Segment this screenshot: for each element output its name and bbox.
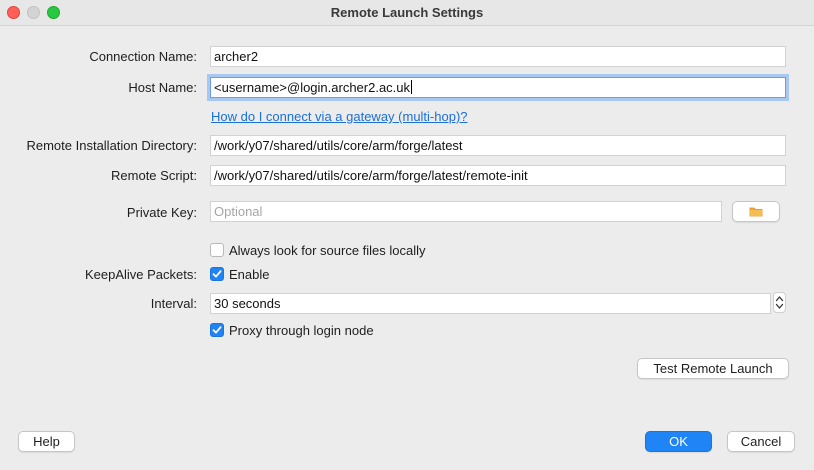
install-dir-value: /work/y07/shared/utils/core/arm/forge/la… [214, 138, 463, 153]
host-name-field[interactable]: <username>@login.archer2.ac.uk [210, 77, 786, 98]
ok-button[interactable]: OK [645, 431, 712, 452]
always-local-checkbox[interactable] [210, 243, 224, 257]
proxy-label: Proxy through login node [229, 323, 374, 338]
host-name-label: Host Name: [128, 80, 197, 95]
window-title: Remote Launch Settings [330, 5, 484, 20]
interval-value: 30 seconds [214, 296, 281, 311]
host-name-value: <username>@login.archer2.ac.uk [214, 80, 411, 95]
browse-private-key-button[interactable] [732, 201, 780, 222]
test-remote-launch-button[interactable]: Test Remote Launch [637, 358, 789, 379]
keepalive-enable-checkbox[interactable] [210, 267, 224, 281]
gateway-help-link[interactable]: How do I connect via a gateway (multi-ho… [211, 109, 468, 124]
connection-name-value: archer2 [214, 49, 259, 64]
checkmark-icon [212, 326, 222, 334]
help-button[interactable]: Help [18, 431, 75, 452]
install-dir-label: Remote Installation Directory: [26, 138, 197, 153]
remote-script-label: Remote Script: [111, 168, 197, 183]
private-key-field[interactable]: Optional [210, 201, 722, 222]
cancel-button[interactable]: Cancel [727, 431, 795, 452]
title-bar: Remote Launch Settings [0, 0, 814, 26]
private-key-label: Private Key: [126, 205, 197, 220]
proxy-checkbox[interactable] [210, 323, 224, 337]
connection-name-field[interactable]: archer2 [210, 46, 786, 67]
keepalive-enable-label: Enable [229, 267, 270, 282]
checkmark-icon [212, 270, 222, 278]
private-key-placeholder: Optional [214, 204, 263, 219]
remote-script-value: /work/y07/shared/utils/core/arm/forge/la… [214, 168, 528, 183]
stepper-arrows-icon [775, 296, 784, 309]
connection-name-label: Connection Name: [89, 49, 197, 64]
remote-script-field[interactable]: /work/y07/shared/utils/core/arm/forge/la… [210, 165, 786, 186]
text-caret [411, 80, 413, 94]
folder-icon [749, 207, 763, 217]
always-local-label: Always look for source files locally [229, 243, 426, 258]
install-dir-field[interactable]: /work/y07/shared/utils/core/arm/forge/la… [210, 135, 786, 156]
interval-label: Interval: [150, 296, 197, 311]
interval-field[interactable]: 30 seconds [210, 293, 771, 314]
keepalive-label: KeepAlive Packets: [84, 267, 197, 282]
interval-stepper[interactable] [773, 292, 786, 313]
